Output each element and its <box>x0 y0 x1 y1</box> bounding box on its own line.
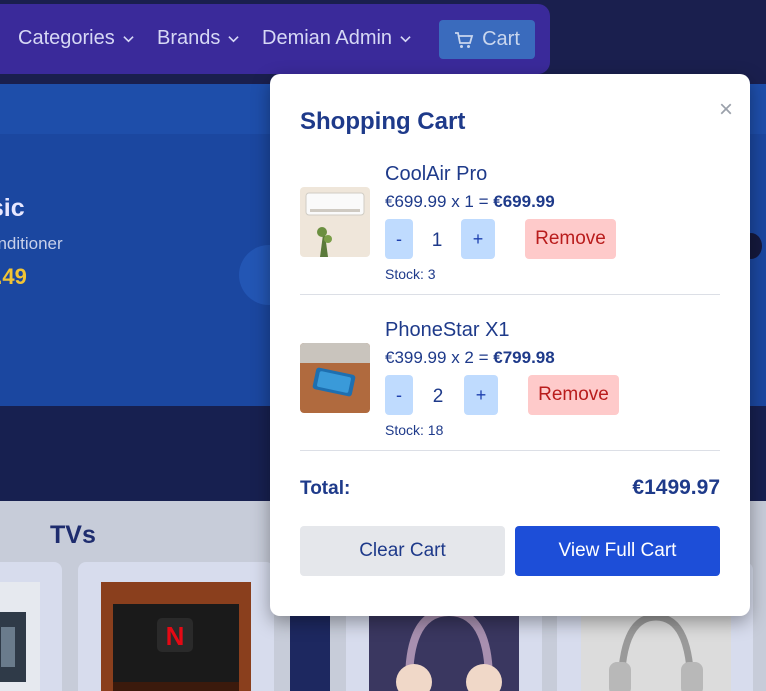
total-label: Total: <box>300 478 351 499</box>
quantity-value: 1 <box>431 230 443 251</box>
close-icon[interactable]: × <box>719 96 733 124</box>
tv-netflix-photo-icon: N <box>101 582 251 691</box>
cart-item-subtotal: €699.99 <box>493 192 555 211</box>
cart-item-multiplier: x 2 = <box>451 348 489 367</box>
chevron-down-icon <box>228 36 240 43</box>
total-value: €1499.97 <box>632 476 720 499</box>
cart-item-image <box>300 187 370 257</box>
nav-categories[interactable]: Categories <box>18 27 134 50</box>
increase-quantity-button[interactable]: + <box>464 375 498 415</box>
stock-label: Stock: 3 <box>385 266 436 282</box>
hero-title: asic <box>0 194 25 222</box>
smartphone-photo-icon <box>300 343 370 413</box>
view-full-cart-button[interactable]: View Full Cart <box>515 526 720 576</box>
item-divider <box>300 450 720 451</box>
modal-title: Shopping Cart <box>300 108 466 135</box>
decrease-quantity-button[interactable]: - <box>385 375 413 415</box>
hero-subtitle: onditioner <box>0 234 63 253</box>
cart-item-unit-price: €399.99 <box>385 348 447 367</box>
stock-label: Stock: 18 <box>385 422 444 438</box>
item-divider <box>300 294 720 295</box>
cart-item-subtotal: €799.98 <box>493 348 555 367</box>
remove-item-button[interactable]: Remove <box>528 375 619 415</box>
cart-item-name: CoolAir Pro <box>385 163 488 185</box>
cart-item-multiplier: x 1 = <box>451 192 489 211</box>
air-conditioner-photo-icon <box>300 187 370 257</box>
clear-cart-button[interactable]: Clear Cart <box>300 526 505 576</box>
nav-brands-label: Brands <box>157 27 221 49</box>
nav-user-label: Demian Admin <box>262 27 393 49</box>
section-title: TVs <box>50 521 96 549</box>
cart-icon <box>455 31 474 48</box>
nav-categories-label: Categories <box>18 27 115 49</box>
hero-price: 2.49 <box>0 264 27 289</box>
nav-user-menu[interactable]: Demian Admin <box>262 27 411 50</box>
chevron-down-icon <box>123 36 134 43</box>
cart-button-label: Cart <box>482 28 520 50</box>
increase-quantity-button[interactable]: + <box>461 219 495 259</box>
nav-brands[interactable]: Brands <box>157 27 240 50</box>
remove-item-button[interactable]: Remove <box>525 219 616 259</box>
cart-item-image <box>300 343 370 413</box>
cart-button[interactable]: Cart <box>439 20 535 59</box>
quantity-value: 2 <box>432 386 444 407</box>
decrease-quantity-button[interactable]: - <box>385 219 413 259</box>
cart-item-price-line: €699.99 x 1 = €699.99 <box>385 192 555 212</box>
product-image[interactable] <box>0 582 40 691</box>
chevron-down-icon <box>400 36 411 43</box>
cart-item-name: PhoneStar X1 <box>385 319 510 341</box>
svg-text:N: N <box>166 621 185 651</box>
cart-item-price-line: €399.99 x 2 = €799.98 <box>385 348 555 368</box>
tv-photo-icon <box>0 582 40 691</box>
cart-item-unit-price: €699.99 <box>385 192 447 211</box>
product-image[interactable]: N <box>101 582 251 691</box>
